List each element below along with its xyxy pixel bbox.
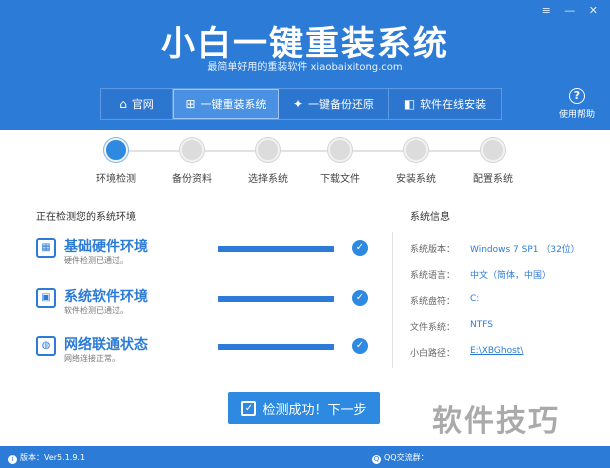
check-ok-icon: ✓ — [352, 338, 368, 354]
step-label: 选择系统 — [248, 174, 288, 185]
check-desc: 软件检测已通过。 — [64, 306, 128, 315]
step-label: 安装系统 — [396, 174, 436, 185]
nav-label: 软件在线安装 — [420, 98, 487, 111]
check-name: 系统软件环境 — [64, 289, 148, 305]
qq-icon: Q — [372, 455, 381, 464]
check-hardware: ▦ 基础硬件环境 硬件检测已通过。 ✓ — [36, 236, 376, 270]
main-nav: ⌂ 官网 ⊞ 一键重装系统 ✦ 一键备份还原 ◧ 软件在线安装 — [100, 88, 502, 120]
sys-info-key: 小白路径： — [410, 349, 456, 359]
sys-info-value: NTFS — [470, 320, 493, 330]
bird-icon: ✦ — [292, 97, 304, 111]
sys-info-key: 系统版本： — [410, 245, 456, 255]
sys-info-value: 中文（简体，中国） — [470, 271, 552, 281]
step-label: 配置系统 — [473, 174, 513, 185]
nav-reinstall[interactable]: ⊞ 一键重装系统 — [173, 89, 279, 119]
app-subtitle: 最简单好用的重装软件 xiaobaixitong.com — [207, 62, 403, 73]
qq-text: QQ交流群： — [384, 453, 429, 462]
next-step-button[interactable]: ✓ 检测成功！下一步 — [228, 392, 380, 424]
step-backup: 备份资料 — [162, 138, 222, 185]
home-icon: ⌂ — [119, 97, 127, 111]
check-desc: 硬件检测已通过。 — [64, 256, 128, 265]
check-progress-bar — [218, 246, 334, 252]
step-label: 环境检测 — [96, 174, 136, 185]
watermark: 软件技巧 — [432, 404, 560, 439]
nav-backup[interactable]: ✦ 一键备份还原 — [279, 89, 389, 119]
hardware-icon: ▦ — [36, 238, 56, 258]
check-progress-bar — [218, 296, 334, 302]
sys-info-key: 系统盘符： — [410, 297, 456, 307]
sys-info-key: 系统语言： — [410, 271, 456, 281]
step-dot — [404, 138, 428, 162]
install-path-link[interactable]: E:\XBGhost\ — [470, 346, 523, 356]
step-configure: 配置系统 — [463, 138, 523, 185]
help-button[interactable]: ? 使用帮助 — [554, 88, 600, 120]
check-software: ▣ 系统软件环境 软件检测已通过。 ✓ — [36, 286, 376, 320]
check-name: 网络联通状态 — [64, 337, 148, 353]
check-ok-icon: ✓ — [352, 240, 368, 256]
nav-label: 一键备份还原 — [308, 98, 375, 111]
status-bar: i 版本：Ver5.1.9.1 Q QQ交流群： — [0, 446, 610, 468]
step-env-check: 环境检测 — [86, 138, 146, 185]
check-progress-bar — [218, 344, 334, 350]
step-dot — [481, 138, 505, 162]
sys-info-value: C: — [470, 294, 480, 304]
check-icon: ✓ — [241, 400, 257, 416]
sys-info-value: Windows 7 SP1 （32位） — [470, 245, 580, 255]
help-label: 使用帮助 — [558, 110, 595, 120]
apps-icon: ◧ — [403, 97, 416, 111]
check-ok-icon: ✓ — [352, 290, 368, 306]
step-label: 备份资料 — [172, 174, 212, 185]
nav-software[interactable]: ◧ 软件在线安装 — [389, 89, 501, 119]
step-label: 下载文件 — [320, 174, 360, 185]
sys-info-key: 文件系统： — [410, 323, 456, 333]
nav-label: 官网 — [131, 98, 154, 111]
step-dot — [256, 138, 280, 162]
windows-icon: ⊞ — [185, 97, 196, 111]
system-info-title: 系统信息 — [410, 212, 450, 223]
step-dot — [180, 138, 204, 162]
step-choose-system: 选择系统 — [238, 138, 298, 185]
check-desc: 网络连接正常。 — [64, 354, 120, 363]
step-download: 下载文件 — [310, 138, 370, 185]
step-install: 安装系统 — [386, 138, 446, 185]
check-network: ◍ 网络联通状态 网络连接正常。 ✓ — [36, 334, 376, 368]
nav-home[interactable]: ⌂ 官网 — [101, 89, 173, 119]
check-section-title: 正在检测您的系统环境 — [36, 212, 136, 223]
version-info: i 版本：Ver5.1.9.1 — [8, 452, 85, 464]
nav-label: 一键重装系统 — [200, 98, 267, 111]
next-step-label: 检测成功！下一步 — [262, 402, 367, 418]
app-header: ≡ — ✕ 小白一键重装系统 最简单好用的重装软件 xiaobaixitong.… — [0, 0, 610, 130]
divider — [392, 232, 393, 368]
version-text: 版本：Ver5.1.9.1 — [20, 453, 86, 462]
version-icon: i — [8, 455, 17, 464]
check-name: 基础硬件环境 — [64, 239, 148, 255]
step-dot — [328, 138, 352, 162]
network-icon: ◍ — [36, 336, 56, 356]
software-icon: ▣ — [36, 288, 56, 308]
step-dot-active — [104, 138, 128, 162]
help-icon: ? — [569, 88, 585, 104]
qq-group-link[interactable]: Q QQ交流群： — [372, 452, 429, 464]
